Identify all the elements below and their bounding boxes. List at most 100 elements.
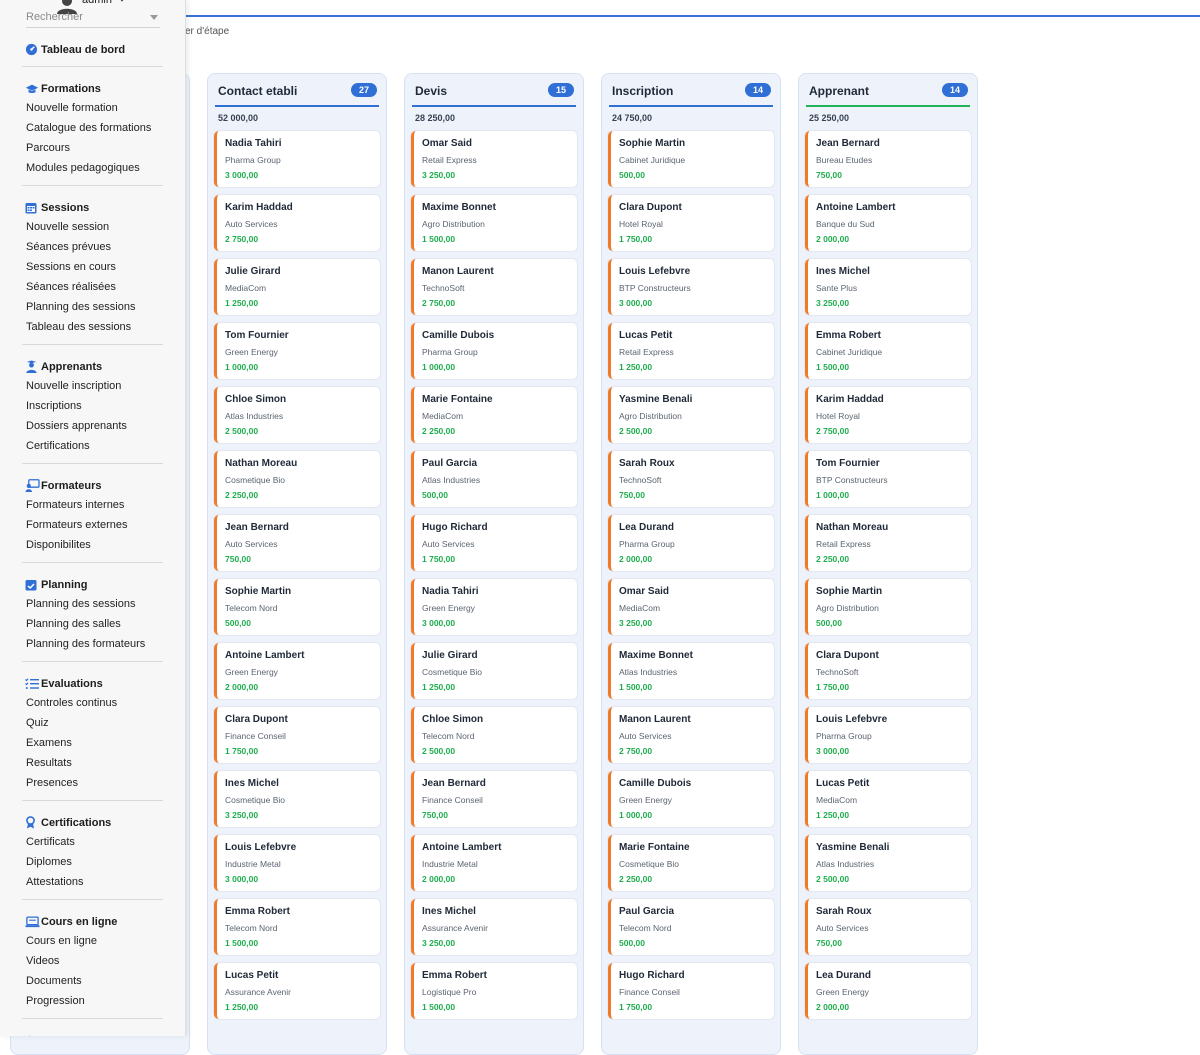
sidebar-section-dashboard[interactable]: Tableau de bord [24,40,185,60]
sidebar-item[interactable]: Cours en ligne [26,932,185,952]
deal-card[interactable]: Clara DupontHotel Royal1 750,00 [608,195,774,251]
sidebar-item[interactable]: Dossiers apprenants [26,417,185,437]
deal-card[interactable]: Clara DupontTechnoSoft1 750,00 [805,643,971,699]
sidebar-item[interactable]: Documents [26,972,185,992]
sidebar-item[interactable]: Inscriptions [26,397,185,417]
deal-card[interactable]: Chloe SimonTelecom Nord2 500,00 [411,707,577,763]
sidebar-item[interactable]: Presences [26,774,185,794]
deal-card[interactable]: Lucas PetitAssurance Avenir1 250,00 [214,963,380,1019]
sidebar-item[interactable]: Planning des salles [26,615,185,635]
deal-card[interactable]: Yasmine BenaliAtlas Industries2 500,00 [805,835,971,891]
sidebar-item[interactable]: Sessions en cours [26,258,185,278]
sidebar-item[interactable]: Planning des formateurs [26,635,185,655]
deal-card[interactable]: Nadia TahiriPharma Group3 000,00 [214,131,380,187]
deal-card[interactable]: Sophie MartinCabinet Juridique500,00 [608,131,774,187]
deal-card[interactable]: Emma RobertCabinet Juridique1 500,00 [805,323,971,379]
deal-card[interactable]: Antoine LambertGreen Energy2 000,00 [214,643,380,699]
sidebar-item[interactable]: Catalogue des formations [26,119,185,139]
deal-card[interactable]: Paul GarciaAtlas Industries500,00 [411,451,577,507]
deal-card[interactable]: Karim HaddadHotel Royal2 750,00 [805,387,971,443]
sidebar-section-sessions[interactable]: Sessions [24,198,185,218]
sidebar-item[interactable]: Resultats [26,754,185,774]
deal-card[interactable]: Antoine LambertBanque du Sud2 000,00 [805,195,971,251]
sidebar-item[interactable]: Progression [26,992,185,1012]
deal-card[interactable]: Louis LefebvreIndustrie Metal3 000,00 [214,835,380,891]
sidebar-item[interactable]: Controles continus [26,694,185,714]
sidebar-item[interactable]: Nouvelle session [26,218,185,238]
deal-card[interactable]: Jean BernardFinance Conseil750,00 [411,771,577,827]
deal-card[interactable]: Ines MichelSante Plus3 250,00 [805,259,971,315]
deal-card[interactable]: Tom FournierBTP Constructeurs1 000,00 [805,451,971,507]
sidebar-item[interactable]: Parcours [26,139,185,159]
deal-card[interactable]: Lea DurandGreen Energy2 000,00 [805,963,971,1019]
sidebar-section-evaluations[interactable]: Evaluations [24,674,185,694]
deal-card[interactable]: Ines MichelAssurance Avenir3 250,00 [411,899,577,955]
deal-card[interactable]: Sophie MartinTelecom Nord500,00 [214,579,380,635]
deal-card[interactable]: Omar SaidMediaCom3 250,00 [608,579,774,635]
deal-card[interactable]: Tom FournierGreen Energy1 000,00 [214,323,380,379]
deal-card[interactable]: Lucas PetitRetail Express1 250,00 [608,323,774,379]
deal-card[interactable]: Maxime BonnetAtlas Industries1 500,00 [608,643,774,699]
search-input[interactable]: Rechercher [26,9,160,28]
deal-card[interactable]: Omar SaidRetail Express3 250,00 [411,131,577,187]
deal-card[interactable]: Clara DupontFinance Conseil1 750,00 [214,707,380,763]
sidebar-item[interactable]: Séances réalisées [26,278,185,298]
deal-card[interactable]: Sarah RouxAuto Services750,00 [805,899,971,955]
deal-card[interactable]: Julie GirardMediaCom1 250,00 [214,259,380,315]
deal-card[interactable]: Nadia TahiriGreen Energy3 000,00 [411,579,577,635]
deal-card[interactable]: Camille DuboisPharma Group1 000,00 [411,323,577,379]
sidebar-item[interactable]: Planning des sessions [26,595,185,615]
sidebar-item[interactable]: Nouvelle inscription [26,377,185,397]
sidebar-section-certifications[interactable]: Certifications [24,813,185,833]
deal-card[interactable]: Jean BernardBureau Etudes750,00 [805,131,971,187]
sidebar-section-formateurs[interactable]: Formateurs [24,476,185,496]
deal-card[interactable]: Jean BernardAuto Services750,00 [214,515,380,571]
sidebar-item[interactable]: Certificats [26,833,185,853]
deal-card[interactable]: Karim HaddadAuto Services2 750,00 [214,195,380,251]
deal-card[interactable]: Antoine LambertIndustrie Metal2 000,00 [411,835,577,891]
sidebar-section-cours[interactable]: Cours en ligne [24,912,185,932]
deal-card[interactable]: Paul GarciaTelecom Nord500,00 [608,899,774,955]
deal-card[interactable]: Manon LaurentTechnoSoft2 750,00 [411,259,577,315]
deal-card[interactable]: Hugo RichardAuto Services1 750,00 [411,515,577,571]
deal-card[interactable]: Manon LaurentAuto Services2 750,00 [608,707,774,763]
sidebar-section-formations[interactable]: Formations [24,79,185,99]
sidebar-item[interactable]: Tableau des sessions [26,318,185,338]
deal-card[interactable]: Julie GirardCosmetique Bio1 250,00 [411,643,577,699]
sidebar-section-planning[interactable]: Planning [24,575,185,595]
sidebar-item[interactable]: Quiz [26,714,185,734]
deal-card[interactable]: Louis LefebvreBTP Constructeurs3 000,00 [608,259,774,315]
deal-card[interactable]: Lea DurandPharma Group2 000,00 [608,515,774,571]
sidebar-item[interactable]: Disponibilites [26,536,185,556]
sidebar-item[interactable]: Séances prévues [26,238,185,258]
sidebar-item[interactable]: Formateurs internes [26,496,185,516]
deal-card[interactable]: Camille DuboisGreen Energy1 000,00 [608,771,774,827]
deal-card[interactable]: Emma RobertTelecom Nord1 500,00 [214,899,380,955]
sidebar-item[interactable]: Videos [26,952,185,972]
deal-card[interactable]: Chloe SimonAtlas Industries2 500,00 [214,387,380,443]
card-amount: 2 250,00 [816,554,849,564]
sidebar-section-apprenants[interactable]: Apprenants [24,357,185,377]
sidebar-item[interactable]: Examens [26,734,185,754]
deal-card[interactable]: Ines MichelCosmetique Bio3 250,00 [214,771,380,827]
deal-card[interactable]: Maxime BonnetAgro Distribution1 500,00 [411,195,577,251]
deal-card[interactable]: Louis LefebvrePharma Group3 000,00 [805,707,971,763]
deal-card[interactable]: Sophie MartinAgro Distribution500,00 [805,579,971,635]
sidebar-item[interactable]: Formateurs externes [26,516,185,536]
sidebar-item[interactable]: Certifications [26,437,185,457]
deal-card[interactable]: Sarah RouxTechnoSoft750,00 [608,451,774,507]
deal-card[interactable]: Marie FontaineCosmetique Bio2 250,00 [608,835,774,891]
deal-card[interactable]: Nathan MoreauCosmetique Bio2 250,00 [214,451,380,507]
sidebar-section-crm[interactable]: CRM Formation [24,1031,185,1036]
sidebar-item[interactable]: Planning des sessions [26,298,185,318]
deal-card[interactable]: Lucas PetitMediaCom1 250,00 [805,771,971,827]
deal-card[interactable]: Marie FontaineMediaCom2 250,00 [411,387,577,443]
sidebar-item[interactable]: Attestations [26,873,185,893]
deal-card[interactable]: Emma RobertLogistique Pro1 500,00 [411,963,577,1019]
sidebar-item[interactable]: Diplomes [26,853,185,873]
deal-card[interactable]: Nathan MoreauRetail Express2 250,00 [805,515,971,571]
deal-card[interactable]: Hugo RichardFinance Conseil1 750,00 [608,963,774,1019]
sidebar-item[interactable]: Modules pedagogiques [26,159,185,179]
deal-card[interactable]: Yasmine BenaliAgro Distribution2 500,00 [608,387,774,443]
sidebar-item[interactable]: Nouvelle formation [26,99,185,119]
